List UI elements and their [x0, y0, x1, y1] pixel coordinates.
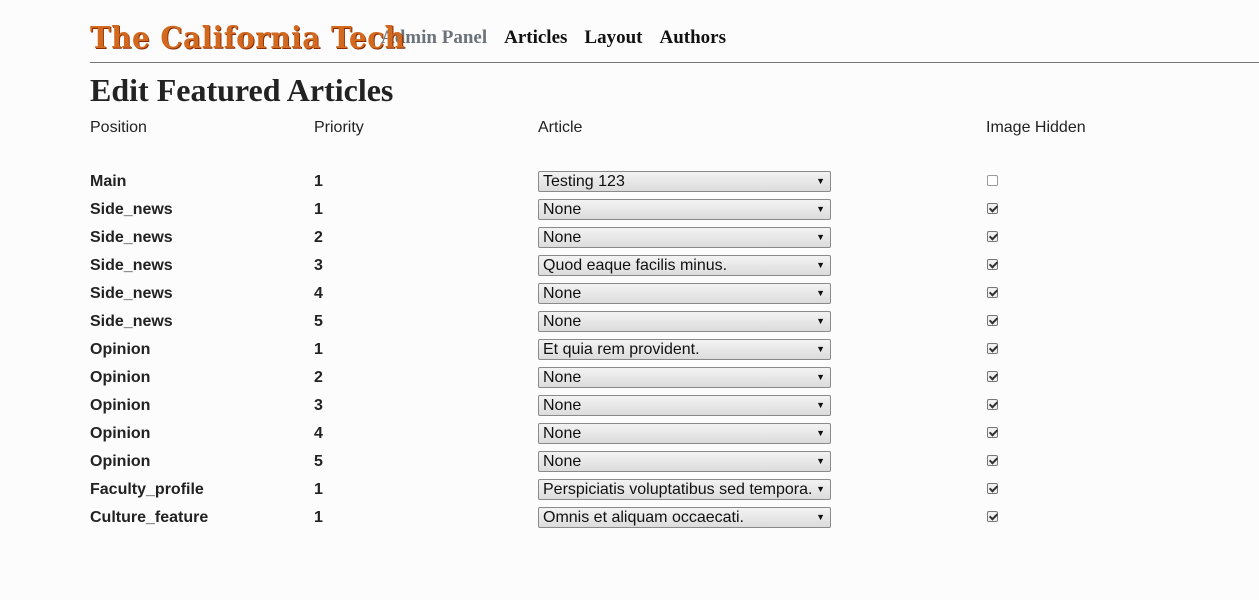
article-select[interactable]: Omnis et aliquam occaecati. ▼ — [538, 507, 831, 528]
header-divider — [90, 62, 1259, 63]
column-header-article: Article — [538, 119, 583, 136]
table-row: Opinion 1 Et quia rem provident. ▼ — [90, 314, 1190, 360]
page: The California Tech Admin Panel Articles… — [0, 0, 1259, 600]
featured-articles-table: Position Priority Article Image Hidden M… — [90, 118, 1190, 528]
site-logo[interactable]: The California Tech — [90, 21, 405, 56]
nav-articles[interactable]: Articles — [504, 27, 567, 49]
column-header-position: Position — [90, 119, 147, 136]
table-row: Main 1 Testing 123 ▼ — [90, 146, 1190, 192]
table-body: Main 1 Testing 123 ▼ Side_news 1 None ▼ Side_new… — [90, 146, 1190, 528]
chevron-down-icon: ▼ — [816, 512, 825, 522]
table-row: Opinion 4 None ▼ — [90, 398, 1190, 444]
table-row: Faculty_profile 1 Perspiciatis voluptatibu… — [90, 454, 1190, 500]
image-hidden-checkbox[interactable] — [987, 511, 998, 522]
site-header: The California Tech Admin Panel Articles… — [90, 14, 1259, 62]
column-header-priority: Priority — [314, 119, 364, 136]
main-nav: Admin Panel Articles Layout Authors — [381, 27, 743, 49]
nav-authors[interactable]: Authors — [660, 27, 727, 49]
priority-cell: 1 — [314, 509, 323, 526]
table-row: Side_news 5 None ▼ — [90, 286, 1190, 332]
article-select-value: Omnis et aliquam occaecati. — [543, 509, 744, 526]
table-row: Side_news 2 None ▼ — [90, 202, 1190, 248]
column-header-image-hidden: Image Hidden — [986, 119, 1086, 136]
table-row: Side_news 3 Quod eaque facilis minus. ▼ — [90, 230, 1190, 276]
table-row: Side_news 1 None ▼ — [90, 174, 1190, 220]
table-row: Opinion 3 None ▼ — [90, 370, 1190, 416]
page-title: Edit Featured Articles — [90, 72, 394, 108]
table-row: Culture_feature 1 Omnis et aliquam occaeca… — [90, 482, 1190, 528]
table-header-row: Position Priority Article Image Hidden — [90, 118, 1190, 146]
position-cell: Culture_feature — [90, 509, 209, 526]
nav-layout[interactable]: Layout — [584, 27, 642, 49]
table-row: Side_news 4 None ▼ — [90, 258, 1190, 304]
table-row: Opinion 2 None ▼ — [90, 342, 1190, 388]
table-row: Opinion 5 None ▼ — [90, 426, 1190, 472]
